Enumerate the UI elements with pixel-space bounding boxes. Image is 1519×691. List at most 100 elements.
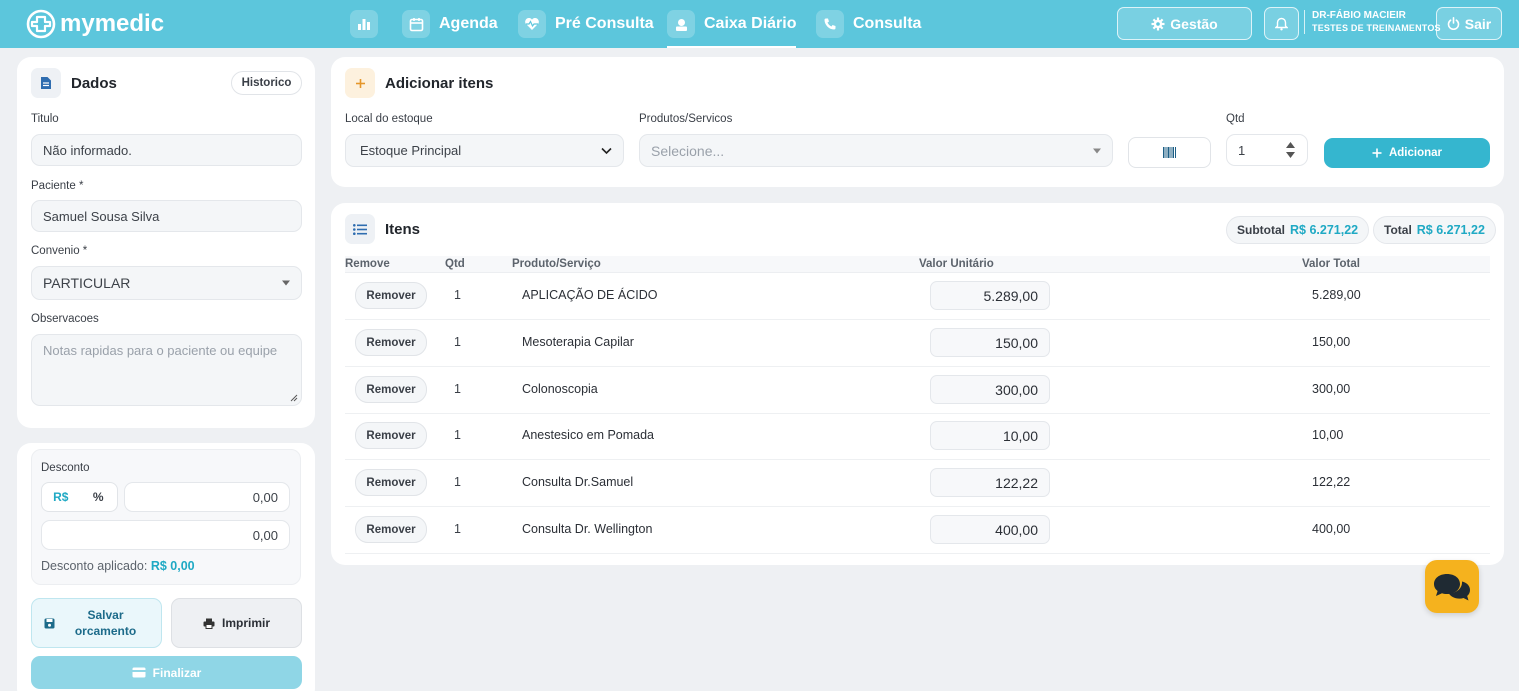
desconto-aplicado-value: R$ 0,00 — [150, 559, 195, 573]
col-produto: Produto/Serviço — [512, 258, 601, 270]
remover-button[interactable]: Remover — [355, 469, 427, 496]
imprimir-button[interactable]: Imprimir — [171, 598, 302, 648]
imprimir-label: Imprimir — [221, 616, 270, 630]
produtos-select[interactable]: Selecione... — [639, 134, 1113, 167]
nav-caixa-diario-label: Caixa Diário — [704, 15, 797, 32]
finalizar-label: Finalizar — [152, 665, 202, 680]
finalizar-button[interactable]: Finalizar — [31, 656, 302, 689]
adicionar-label: Adicionar — [1388, 147, 1443, 159]
convenio-value: PARTICULAR — [43, 275, 131, 291]
titulo-label: Titulo — [31, 113, 59, 125]
produtos-label: Produtos/Servicos — [639, 113, 733, 125]
remover-button[interactable]: Remover — [355, 329, 427, 356]
row-valor-total: 150,00 — [1312, 335, 1351, 349]
row-produto: APLICAÇÃO DE ÁCIDO — [522, 288, 658, 302]
col-qtd: Qtd — [445, 258, 465, 270]
row-qtd: 1 — [454, 382, 461, 396]
qtd-value: 1 — [1238, 142, 1246, 158]
row-valor-total: 5.289,00 — [1312, 288, 1361, 302]
paciente-field[interactable]: Samuel Sousa Silva — [31, 200, 302, 232]
top-navbar: mymedic Agenda Pré Consulta Caixa Diário… — [0, 0, 1519, 48]
row-qtd: 1 — [454, 522, 461, 536]
chat-button[interactable] — [1425, 560, 1479, 613]
mode-currency-button[interactable]: R$ — [42, 483, 80, 511]
row-qtd: 1 — [454, 428, 461, 442]
desconto-amount-input[interactable]: 0,00 — [41, 520, 290, 550]
table-row: Remover 1 APLICAÇÃO DE ÁCIDO 5.289,00 5.… — [345, 273, 1490, 320]
observacoes-textarea[interactable]: Notas rapidas para o paciente ou equipe — [31, 334, 302, 406]
floppy-disk-icon — [44, 618, 55, 629]
row-valor-total: 300,00 — [1312, 382, 1351, 396]
qtd-input[interactable]: 1 — [1226, 134, 1308, 166]
total-label: Total — [1384, 223, 1412, 237]
remover-button[interactable]: Remover — [355, 422, 427, 449]
row-valor-total: 10,00 — [1312, 428, 1344, 442]
nav-caixa-diario[interactable]: Caixa Diário — [667, 8, 797, 48]
user-name: DR-FÁBIO MACIEIR — [1312, 10, 1406, 21]
total-value: R$ 6.271,22 — [1416, 223, 1485, 237]
row-valor-unitario-input[interactable]: 122,22 — [930, 468, 1050, 497]
remover-button[interactable]: Remover — [355, 376, 427, 403]
resize-handle-icon[interactable] — [290, 394, 298, 402]
mode-percent-button[interactable]: % — [80, 483, 118, 511]
nav-agenda-label: Agenda — [439, 15, 498, 32]
user-info[interactable]: DR-FÁBIO MACIEIR TESTES DE TREINAMENTOS — [1304, 10, 1441, 34]
sair-button[interactable]: Sair — [1436, 7, 1502, 40]
nav-agenda[interactable]: Agenda — [402, 8, 498, 40]
desconto-aplicado-label: Desconto aplicado: — [41, 559, 148, 573]
local-estoque-value: Estoque Principal — [360, 143, 462, 158]
row-valor-unitario-input[interactable]: 5.289,00 — [930, 281, 1050, 310]
credit-card-icon — [132, 667, 146, 678]
produtos-placeholder: Selecione... — [651, 142, 725, 159]
nav-consulta[interactable]: Consulta — [816, 8, 921, 40]
nav-pre-consulta[interactable]: Pré Consulta — [518, 8, 654, 40]
remover-button[interactable]: Remover — [355, 516, 427, 543]
dados-title: Dados — [71, 75, 117, 92]
bell-icon — [1275, 17, 1288, 30]
titulo-field[interactable]: Não informado. — [31, 134, 302, 166]
itens-title: Itens — [385, 221, 421, 238]
row-produto: Anestesico em Pomada — [522, 428, 655, 442]
gear-icon — [1151, 17, 1165, 30]
nav-dashboard[interactable] — [350, 8, 387, 40]
nav-consulta-label: Consulta — [853, 15, 922, 32]
desconto-aplicado: Desconto aplicado: R$ 0,00 — [41, 559, 195, 573]
gestao-button[interactable]: Gestão — [1117, 7, 1252, 40]
subtotal-label: Subtotal — [1237, 223, 1285, 237]
row-valor-unitario-input[interactable]: 10,00 — [930, 421, 1050, 450]
cashier-icon — [667, 10, 695, 38]
salvar-orcamento-button[interactable]: Salvar orcamento — [31, 598, 162, 648]
logo-icon — [26, 9, 56, 39]
gestao-label: Gestão — [1170, 15, 1218, 32]
convenio-select[interactable]: PARTICULAR — [31, 266, 302, 300]
table-row: Remover 1 Consulta Dr. Wellington 400,00… — [345, 507, 1490, 554]
row-valor-total: 400,00 — [1312, 522, 1351, 536]
row-valor-unitario-input[interactable]: 400,00 — [930, 515, 1050, 544]
table-row: Remover 1 Colonoscopia 300,00 300,00 — [345, 367, 1490, 414]
remover-button[interactable]: Remover — [355, 282, 427, 309]
plus-icon — [345, 68, 375, 98]
spinner-arrows-icon[interactable] — [1286, 142, 1295, 158]
observacoes-placeholder: Notas rapidas para o paciente ou equipe — [43, 343, 278, 358]
local-estoque-select[interactable]: Estoque Principal — [345, 134, 624, 167]
local-estoque-label: Local do estoque — [345, 113, 433, 125]
barcode-button[interactable] — [1128, 137, 1211, 168]
mymedic-logo[interactable]: mymedic — [24, 8, 164, 40]
row-qtd: 1 — [454, 335, 461, 349]
col-valor-unitario: Valor Unitário — [919, 258, 994, 270]
observacoes-label: Observacoes — [31, 313, 99, 325]
adicionar-button[interactable]: Adicionar — [1324, 138, 1490, 168]
paciente-label: Paciente * — [31, 180, 84, 192]
historico-button[interactable]: Historico — [231, 71, 302, 95]
notifications-button[interactable] — [1264, 7, 1299, 40]
row-valor-unitario-input[interactable]: 300,00 — [930, 375, 1050, 404]
desconto-value-input[interactable]: 0,00 — [124, 482, 290, 512]
caret-down-icon — [282, 280, 290, 286]
row-qtd: 1 — [454, 475, 461, 489]
adicionar-itens-card — [331, 57, 1504, 187]
row-valor-unitario-input[interactable]: 150,00 — [930, 328, 1050, 357]
nav-pre-consulta-label: Pré Consulta — [555, 15, 654, 32]
document-icon — [31, 68, 61, 98]
convenio-label: Convenio * — [31, 245, 88, 257]
chat-bubbles-icon — [1434, 573, 1470, 600]
